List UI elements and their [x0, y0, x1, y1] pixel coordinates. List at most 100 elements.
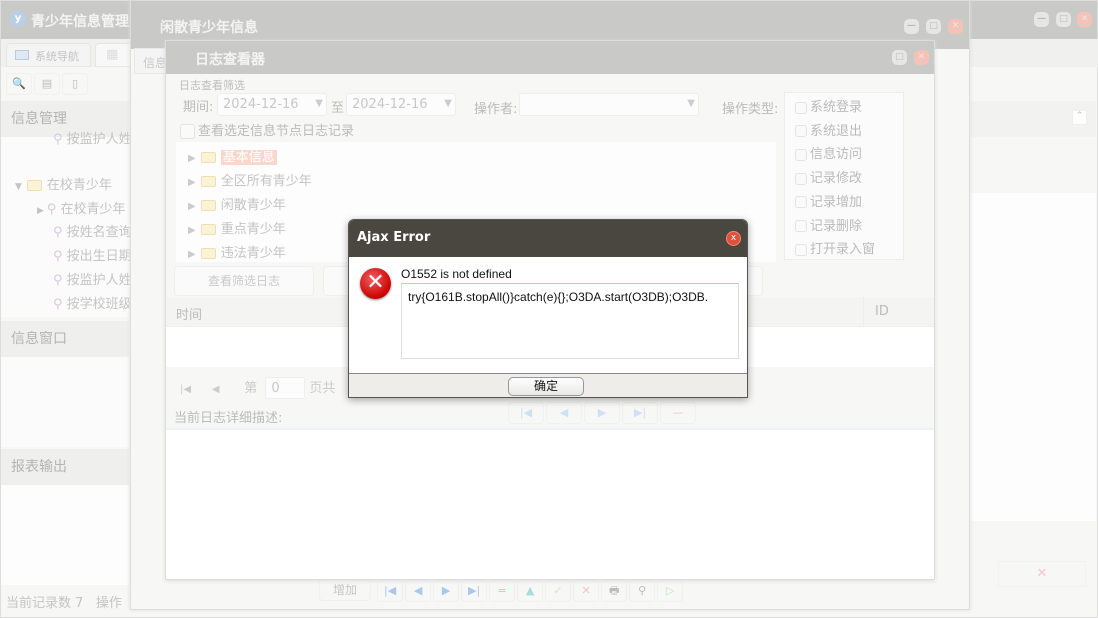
- maximize-icon[interactable]: □: [892, 50, 907, 65]
- app-logo-icon: y: [10, 11, 26, 27]
- search-icon[interactable]: 🔍: [6, 73, 32, 95]
- collapse-up-icon[interactable]: ⌃: [1072, 110, 1087, 125]
- prev-icon[interactable]: ◀: [546, 402, 582, 424]
- dialog-title-bar: Ajax Error x: [349, 220, 747, 257]
- maximize-icon[interactable]: □: [926, 19, 941, 34]
- document-icon[interactable]: ▯: [62, 73, 88, 95]
- tree-item[interactable]: ▶ ⚲ 在校青少年: [37, 198, 125, 217]
- close-icon[interactable]: ✕: [1077, 12, 1092, 27]
- tree-item[interactable]: ▼ 在校青少年: [15, 174, 112, 193]
- list-icon[interactable]: ▤: [34, 73, 60, 95]
- to-label: 至: [331, 101, 345, 116]
- optype-list: 系统登录 系统退出 信息访问 记录修改 记录增加 记录删除 打开录入窗: [784, 92, 904, 260]
- optype-checkbox[interactable]: 记录删除: [795, 215, 875, 239]
- youth-toolbar: 增加 |◀ ◀ ▶ ▶| = ▲ ✓ ✕ 🖶 ⚲ ▷: [319, 579, 685, 602]
- tree-node[interactable]: ▶ 基本信息: [188, 146, 277, 165]
- tree-node[interactable]: ▶ 重点青少年: [188, 218, 286, 237]
- folder-icon: [200, 152, 216, 163]
- delete-icon[interactable]: —: [660, 402, 696, 424]
- add-button[interactable]: 增加: [319, 579, 371, 601]
- last-icon[interactable]: ▶|: [461, 580, 488, 602]
- log-pager: |◀ ◀ 第 0 页共: [180, 377, 335, 399]
- folder-icon: [200, 176, 216, 187]
- column-time[interactable]: 时间: [176, 304, 202, 323]
- column-id[interactable]: ID: [875, 304, 889, 319]
- optype-checkbox[interactable]: 系统登录: [795, 96, 875, 120]
- date-from-field[interactable]: 2024-12-16 ▼: [217, 93, 327, 116]
- delete-x-icon[interactable]: ✕: [998, 561, 1086, 587]
- minimize-icon[interactable]: —: [1034, 12, 1049, 27]
- first-icon[interactable]: |◀: [377, 580, 404, 602]
- tree-item[interactable]: ⚲ 按出生日期: [53, 245, 132, 264]
- collapsed-arrow-icon: ▶: [188, 153, 196, 164]
- operator-select[interactable]: ▼: [519, 93, 699, 116]
- collapsed-arrow-icon: ▶: [188, 177, 196, 188]
- folder-icon: [200, 248, 216, 259]
- tree-item[interactable]: ⚲ 按监护人姓: [53, 128, 132, 147]
- close-icon[interactable]: x: [726, 231, 741, 246]
- collapsed-arrow-icon: ▶: [188, 201, 196, 212]
- expanded-arrow-icon: ▼: [15, 182, 22, 192]
- youth-window-title: 闲散青少年信息: [160, 20, 258, 36]
- check-icon[interactable]: ✓: [545, 580, 572, 602]
- page-input[interactable]: 0: [265, 377, 306, 399]
- collapsed-arrow-icon: ▶: [188, 249, 196, 260]
- folder-icon: [200, 224, 216, 235]
- prev-icon[interactable]: ◀: [405, 580, 432, 602]
- log-viewer-title-bar: 日志查看器 □ ✕: [166, 41, 934, 74]
- error-detail-textarea[interactable]: try{O161B.stopAll()}catch(e){};O3DA.star…: [401, 283, 739, 359]
- close-icon[interactable]: ✕: [948, 19, 963, 34]
- dialog-title: Ajax Error: [357, 230, 431, 245]
- tree-node[interactable]: ▶ 违法青少年: [188, 242, 286, 261]
- optype-checkbox[interactable]: 系统退出: [795, 120, 875, 144]
- period-label: 期间:: [183, 100, 214, 115]
- close-icon[interactable]: ✕: [914, 50, 929, 65]
- tree-item[interactable]: ⚲ 按监护人姓: [53, 269, 132, 288]
- optype-label: 操作类型:: [722, 102, 779, 117]
- tree-item[interactable]: ⚲ 按学校班级: [53, 293, 132, 312]
- first-icon[interactable]: |◀: [508, 402, 544, 424]
- prev-page-icon[interactable]: ◀: [212, 384, 220, 395]
- tree-node[interactable]: ▶ 闲散青少年: [188, 194, 286, 213]
- filter-group-label: 日志查看筛选: [179, 79, 245, 92]
- error-icon: ✕: [360, 268, 391, 299]
- tab-system-nav[interactable]: 系统导航: [6, 43, 91, 67]
- operator-label: 操作者:: [474, 102, 518, 117]
- date-to-field[interactable]: 2024-12-16 ▼: [346, 93, 456, 116]
- folder-icon: [200, 200, 216, 211]
- monitor-icon: [15, 50, 29, 60]
- ok-button[interactable]: 确定: [508, 377, 584, 396]
- collapsed-arrow-icon: ▶: [37, 206, 47, 216]
- section-report-output[interactable]: 报表输出: [1, 449, 129, 485]
- maximize-icon[interactable]: □: [1056, 12, 1071, 27]
- status-record-count: 当前记录数 7 操作: [6, 596, 122, 611]
- run-icon[interactable]: ▷: [657, 580, 684, 602]
- dialog-footer: 确定: [349, 373, 747, 397]
- print-icon[interactable]: 🖶: [601, 580, 628, 602]
- first-page-icon[interactable]: |◀: [180, 384, 191, 395]
- delete-icon[interactable]: =: [489, 580, 516, 602]
- search-wand-icon: ⚲: [53, 273, 67, 288]
- up-icon[interactable]: ▲: [517, 580, 544, 602]
- tree-node[interactable]: ▶ 全区所有青少年: [188, 170, 312, 189]
- main-toolbar: 🔍 ▤ ▯: [6, 73, 90, 95]
- next-icon[interactable]: ▶: [584, 402, 620, 424]
- section-info-window[interactable]: 信息窗口: [1, 321, 129, 357]
- log-detail-area[interactable]: [166, 428, 934, 579]
- log-viewer-title: 日志查看器: [195, 52, 265, 68]
- optype-checkbox[interactable]: 记录增加: [795, 191, 875, 215]
- tab-grid[interactable]: ▦: [95, 43, 135, 67]
- optype-checkbox[interactable]: 记录修改: [795, 167, 875, 191]
- optype-checkbox[interactable]: 打开录入窗: [795, 238, 875, 262]
- last-icon[interactable]: ▶|: [622, 402, 658, 424]
- next-icon[interactable]: ▶: [433, 580, 460, 602]
- minimize-icon[interactable]: —: [904, 19, 919, 34]
- dropdown-arrow-icon: ▼: [687, 98, 695, 109]
- view-filtered-log-button[interactable]: 查看筛选日志: [174, 266, 314, 296]
- cancel-icon[interactable]: ✕: [573, 580, 600, 602]
- tree-item[interactable]: ⚲ 按姓名查询: [53, 221, 132, 240]
- node-log-checkbox[interactable]: 查看选定信息节点日志记录: [180, 120, 354, 139]
- optype-checkbox[interactable]: 信息访问: [795, 143, 875, 167]
- preview-icon[interactable]: ⚲: [629, 580, 656, 602]
- sidebar-tree: ⚲ 按监护人姓 ▼ 在校青少年 ▶ ⚲ 在校青少年 ⚲ 按姓名查询 ⚲ 按出生日期…: [1, 132, 132, 317]
